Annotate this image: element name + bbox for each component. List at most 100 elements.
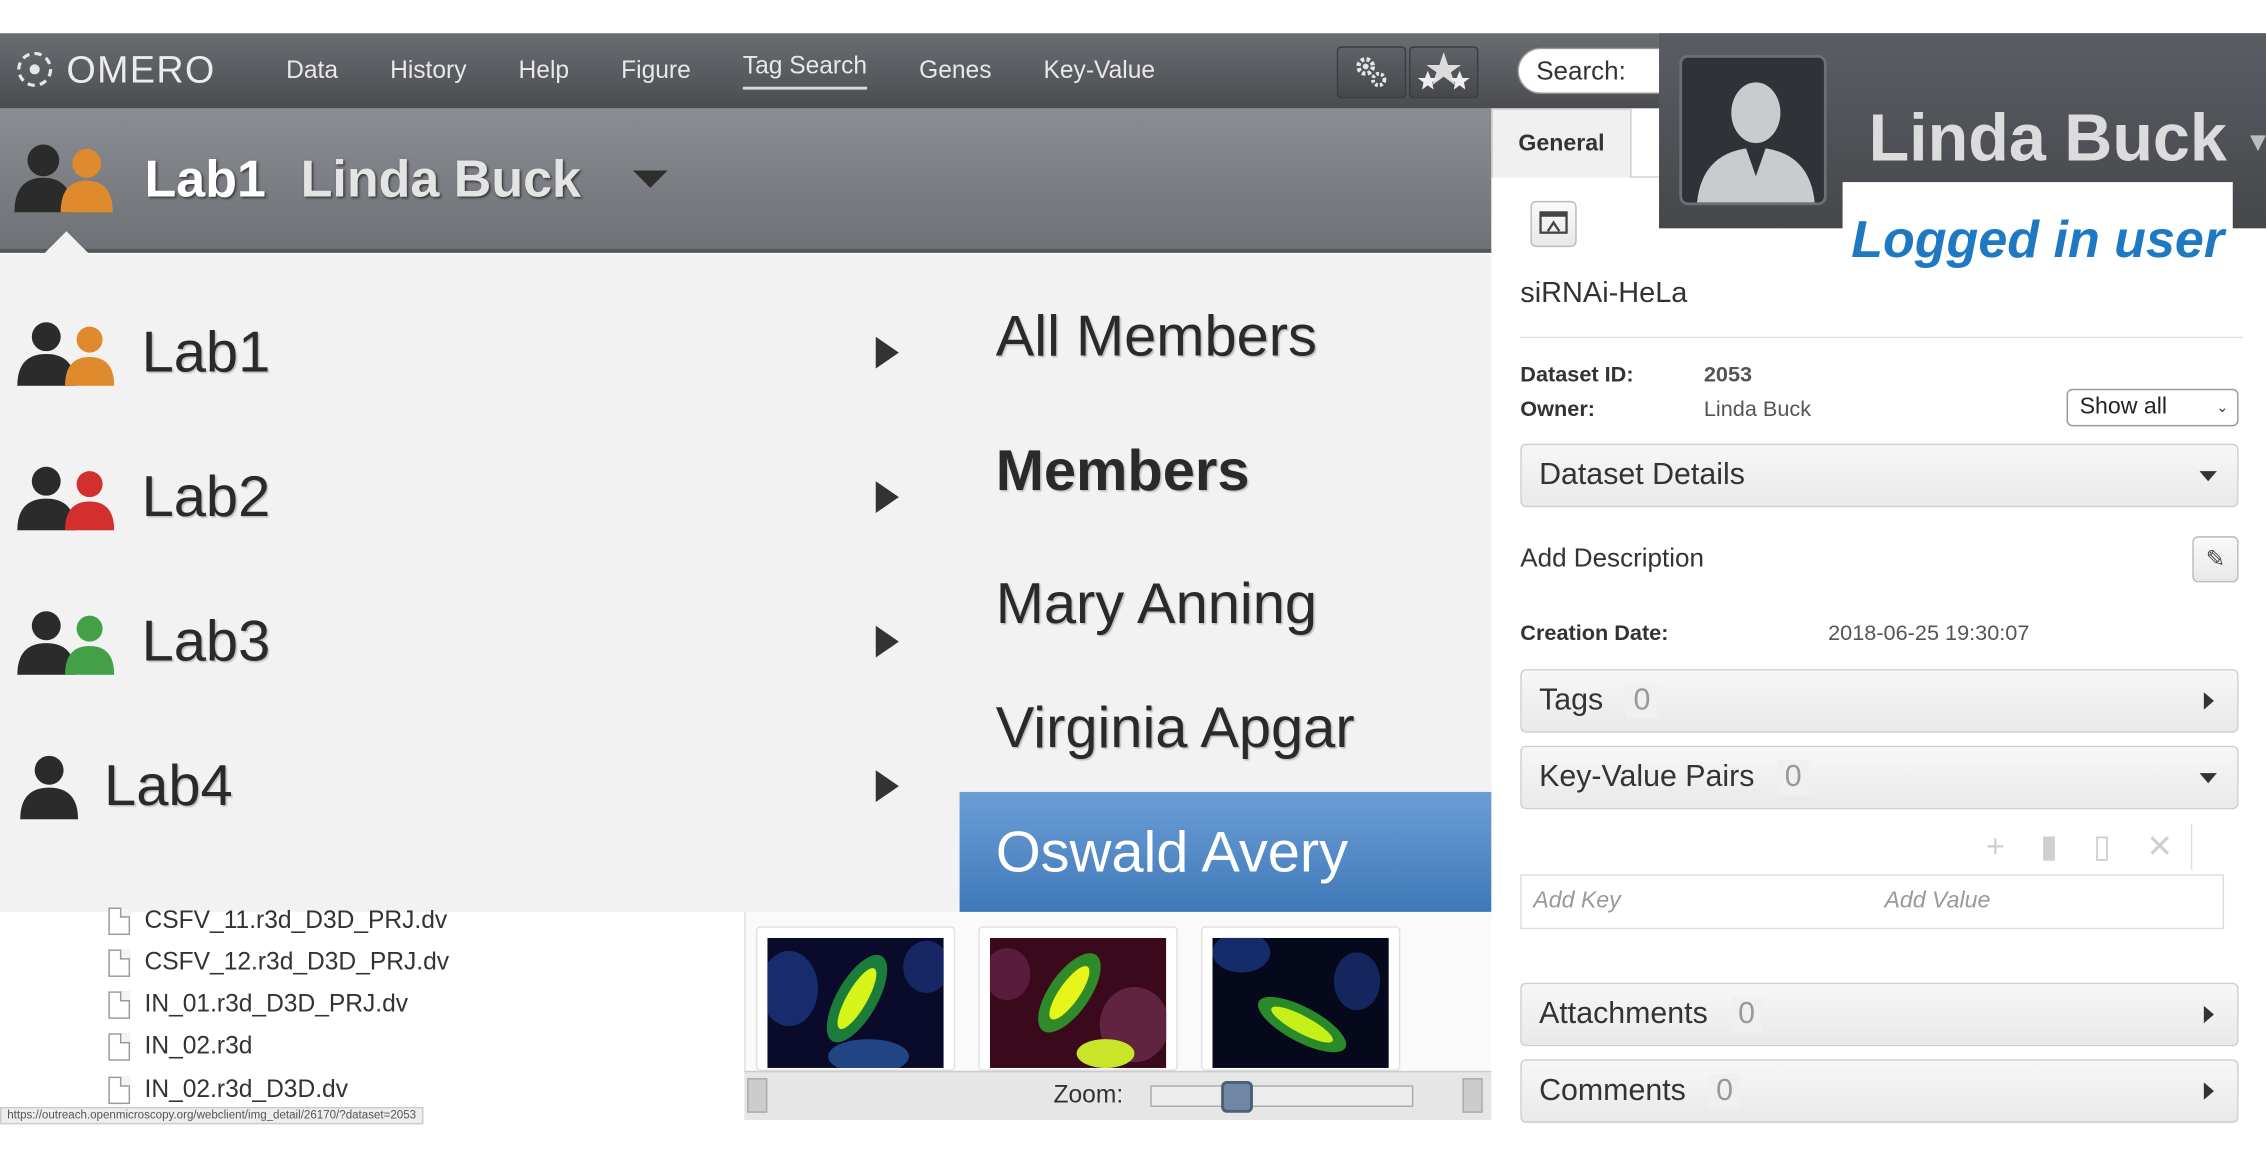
key-value-accordion[interactable]: Key-Value Pairs 0 [1520, 745, 2239, 810]
tree-item[interactable]: CSFV_11.r3d_D3D_PRJ.dv [108, 903, 447, 938]
zoom-slider[interactable] [1150, 1080, 1414, 1113]
omero-logo-icon [17, 51, 53, 87]
comments-accordion[interactable]: Comments 0 [1520, 1059, 2239, 1123]
members-submenu: All Members Members Mary Anning Virginia… [959, 254, 1492, 914]
apps-button[interactable] [1409, 46, 1479, 99]
main-nav: Data History Help Figure Tag Search Gene… [260, 33, 1181, 108]
comments-count: 0 [1708, 1073, 1741, 1109]
tab-divider [1631, 176, 1661, 178]
owner-label: Owner: [1520, 397, 1595, 422]
thumbnail-grid [744, 911, 1492, 1074]
kv-count: 0 [1777, 760, 1809, 795]
chevron-right-icon [875, 336, 899, 369]
omero-logo[interactable]: OMERO [14, 47, 215, 90]
member-item[interactable]: Mary Anning [996, 572, 1317, 637]
add-description-label: Add Description [1520, 543, 1704, 573]
accordion-label: Key-Value Pairs [1539, 760, 1755, 794]
dataset-details-accordion[interactable]: Dataset Details [1520, 443, 2239, 508]
nav-genes[interactable]: Genes [919, 56, 991, 85]
chevron-down-icon[interactable] [632, 170, 668, 188]
search-label: Search: [1536, 55, 1626, 85]
dropdown-pointer [43, 231, 90, 255]
file-icon [108, 1032, 131, 1061]
settings-button[interactable] [1336, 46, 1407, 99]
tree-item-label: CSFV_12.r3d_D3D_PRJ.dv [144, 948, 450, 976]
chevron-down-icon [2199, 773, 2217, 784]
copy-icon[interactable]: ▮ [2040, 828, 2057, 866]
add-key-input[interactable]: Add Key [1533, 889, 1620, 915]
accordion-label: Tags [1539, 683, 1604, 717]
avatar [1679, 54, 1827, 206]
nav-key-value[interactable]: Key-Value [1044, 56, 1156, 85]
group-item-lab1[interactable]: Lab1 [14, 309, 910, 396]
tab-general[interactable]: General [1491, 108, 1632, 178]
group-selector-bar[interactable]: Lab1 Linda Buck [0, 108, 1492, 253]
tree-item-label: IN_01.r3d_D3D_PRJ.dv [144, 989, 409, 1018]
file-icon [108, 948, 131, 977]
owner-value: Linda Buck [1703, 397, 1812, 422]
scroll-left-button[interactable] [747, 1078, 768, 1113]
nav-help[interactable]: Help [519, 56, 570, 85]
kv-toolbar: + ▮ ▯ ✕ [1968, 823, 2193, 870]
tree-item[interactable]: IN_02.r3d [108, 1029, 252, 1064]
edit-description-button[interactable]: ✎ [2192, 536, 2239, 583]
nav-history[interactable]: History [390, 56, 466, 85]
tree-item[interactable]: IN_02.r3d_D3D.dv [108, 1072, 348, 1107]
logged-in-user-name: Linda Buck [1868, 99, 2227, 175]
dataset-name: siRNAi-HeLa [1520, 277, 1688, 310]
dataset-id-value: 2053 [1703, 362, 1753, 388]
chevron-down-icon: ⌄ [2216, 399, 2229, 416]
nav-tag-search[interactable]: Tag Search [742, 52, 868, 90]
user-icon [20, 755, 79, 820]
image-tree: CSFV_11.r3d_D3D_PRJ.dv CSFV_12.r3d_D3D_P… [0, 906, 745, 1120]
nav-data[interactable]: Data [286, 56, 338, 85]
attachments-accordion[interactable]: Attachments 0 [1520, 982, 2239, 1047]
microscopy-image [760, 937, 950, 1074]
delete-icon[interactable]: ✕ [2146, 828, 2173, 866]
chevron-right-icon [875, 625, 899, 658]
group-label: Lab4 [104, 753, 233, 818]
tree-item[interactable]: IN_01.r3d_D3D_PRJ.dv [108, 987, 408, 1022]
group-label: Lab1 [141, 320, 271, 384]
kv-table: Add Key Add Value [1520, 874, 2225, 930]
omero-webclient: OMERO Data History Help Figure Tag Searc… [0, 0, 2266, 1142]
image-thumbnail[interactable] [978, 926, 1178, 1071]
open-with-button[interactable] [1530, 200, 1577, 248]
tags-accordion[interactable]: Tags 0 [1520, 669, 2239, 733]
accordion-label: Dataset Details [1539, 458, 1745, 492]
member-item[interactable]: Virginia Apgar [996, 697, 1355, 762]
group-item-lab4[interactable]: Lab4 [14, 743, 910, 830]
current-group: Lab1 [144, 148, 266, 209]
image-thumbnail[interactable] [1200, 926, 1401, 1071]
chevron-right-icon [2203, 692, 2214, 710]
file-icon [108, 990, 131, 1019]
add-value-input[interactable]: Add Value [1884, 889, 1990, 915]
open-with-icon [1539, 211, 1568, 234]
chevron-right-icon [875, 481, 899, 514]
zoom-slider-handle[interactable] [1221, 1080, 1253, 1113]
chevron-right-icon [2203, 1082, 2214, 1100]
chevron-down-icon[interactable]: ▾ [2250, 123, 2266, 161]
nav-figure[interactable]: Figure [621, 56, 691, 85]
group-item-lab3[interactable]: Lab3 [14, 598, 910, 685]
member-label: Oswald Avery [995, 820, 1349, 884]
group-label: Lab2 [141, 464, 271, 529]
accordion-label: Attachments [1539, 997, 1708, 1031]
paste-icon[interactable]: ▯ [2093, 828, 2111, 866]
group-item-lab2[interactable]: Lab2 [14, 454, 910, 541]
all-members-item[interactable]: All Members [996, 305, 1317, 370]
pencil-icon: ✎ [2205, 547, 2226, 573]
add-icon[interactable]: + [1986, 828, 2005, 866]
image-thumbnail[interactable] [755, 926, 956, 1074]
scroll-right-button[interactable] [1462, 1078, 1483, 1113]
group-dropdown-menu: Lab1 Lab2 Lab3 Lab4 [0, 254, 960, 912]
tree-item[interactable]: CSFV_12.r3d_D3D_PRJ.dv [108, 945, 449, 980]
chevron-down-icon [2199, 471, 2217, 482]
member-item-selected[interactable]: Oswald Avery [959, 791, 1492, 914]
logged-in-user-callout: Logged in user [1842, 182, 2233, 298]
creation-date-value: 2018-06-25 19:30:07 [1828, 621, 2030, 646]
status-url: https://outreach.openmicroscopy.org/webc… [0, 1106, 424, 1125]
file-icon [108, 1075, 131, 1104]
file-icon [108, 906, 131, 935]
show-all-select[interactable]: Show all ⌄ [2066, 388, 2239, 427]
